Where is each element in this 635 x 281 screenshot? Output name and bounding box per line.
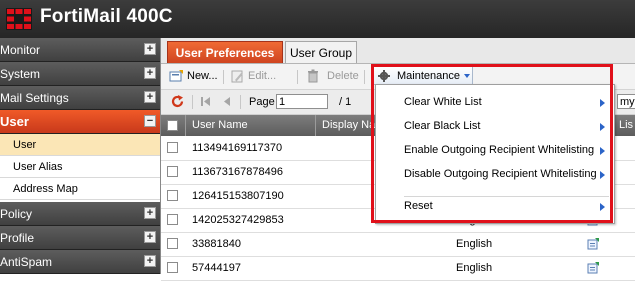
refresh-icon[interactable] <box>170 94 185 109</box>
menu-item-label: Disable Outgoing Recipient Whitelisting <box>404 168 597 180</box>
collapse-icon[interactable]: − <box>144 115 156 127</box>
user-name-cell: 33881840 <box>192 238 241 250</box>
sidebar-item-label: User <box>13 139 37 151</box>
page-label: Page <box>249 96 275 108</box>
submenu-arrow-icon <box>600 147 605 155</box>
page-count: / 1 <box>339 96 352 108</box>
toolbar-divider <box>223 70 224 84</box>
user-name-cell: 113494169117370 <box>192 142 283 154</box>
submenu-arrow-icon <box>600 203 605 211</box>
sidebar-section-profile[interactable]: Profile + <box>0 226 160 250</box>
pager-divider <box>192 95 193 109</box>
user-name-cell: 57444197 <box>192 262 241 274</box>
submenu-arrow-icon <box>600 99 605 107</box>
user-name-cell: 126415153807190 <box>192 190 284 202</box>
menu-item-label: Enable Outgoing Recipient Whitelisting <box>404 144 595 156</box>
sidebar-item-user-alias[interactable]: User Alias <box>0 156 160 178</box>
select-all-checkbox[interactable] <box>167 120 178 131</box>
toolbar-divider <box>364 70 365 84</box>
user-name-cell: 113673167878496 <box>192 166 283 178</box>
sidebar-section-system[interactable]: System + <box>0 62 160 86</box>
sidebar-section-monitor[interactable]: Monitor + <box>0 38 160 62</box>
row-checkbox[interactable] <box>167 214 178 225</box>
sidebar-item-user[interactable]: User <box>0 134 160 156</box>
sidebar-section-label: User <box>0 114 29 129</box>
expand-icon[interactable]: + <box>144 255 156 267</box>
sidebar-section-label: Monitor <box>0 43 41 57</box>
submenu-arrow-icon <box>600 171 605 179</box>
submenu-arrow-icon <box>600 123 605 131</box>
search-input[interactable] <box>617 94 635 109</box>
tab-bar: User Preferences User Group <box>161 38 635 64</box>
new-button[interactable]: New... <box>187 70 218 82</box>
user-name-cell: 142025327429853 <box>192 214 284 226</box>
sidebar-section-label: Mail Settings <box>0 91 69 105</box>
expand-icon[interactable]: + <box>144 91 156 103</box>
row-checkbox[interactable] <box>167 238 178 249</box>
app-title: FortiMail 400C <box>40 6 173 27</box>
sidebar-section-policy[interactable]: Policy + <box>0 202 160 226</box>
row-checkbox[interactable] <box>167 190 178 201</box>
menu-item-disable-outgoing-whitelisting[interactable]: Disable Outgoing Recipient Whitelisting <box>376 163 614 187</box>
edit-icon[interactable] <box>231 70 244 83</box>
expand-icon[interactable]: + <box>144 207 156 219</box>
table-row[interactable]: 33881840 English <box>161 233 635 257</box>
column-header-user-name[interactable]: User Name <box>192 119 248 131</box>
menu-item-clear-black-list[interactable]: Clear Black List <box>376 115 614 139</box>
row-checkbox[interactable] <box>167 262 178 273</box>
first-page-icon[interactable] <box>201 97 211 106</box>
sidebar-section-antispam[interactable]: AntiSpam + <box>0 250 160 274</box>
maintenance-button[interactable]: Maintenance <box>372 66 473 85</box>
menu-item-reset[interactable]: Reset <box>376 195 614 219</box>
menu-item-label: Reset <box>404 200 433 212</box>
gear-icon <box>378 70 390 82</box>
menu-item-label: Clear Black List <box>404 120 481 132</box>
page-number-input[interactable] <box>276 94 328 109</box>
app-header: FortiMail 400C <box>0 0 635 39</box>
sidebar-section-mail-settings[interactable]: Mail Settings + <box>0 86 160 110</box>
trash-icon[interactable] <box>307 69 319 83</box>
row-checkbox[interactable] <box>167 166 178 177</box>
delete-button[interactable]: Delete <box>327 70 359 82</box>
toolbar-divider <box>297 70 298 84</box>
column-divider <box>185 115 186 136</box>
sidebar-section-label: AntiSpam <box>0 255 53 269</box>
chevron-down-icon <box>464 74 470 78</box>
column-divider <box>315 115 316 136</box>
sidebar-section-user[interactable]: User − <box>0 110 160 134</box>
maintenance-menu: Clear White List Clear Black List Enable… <box>375 84 615 224</box>
sidebar-section-label: Policy <box>0 207 33 221</box>
menu-item-enable-outgoing-whitelisting[interactable]: Enable Outgoing Recipient Whitelisting <box>376 139 614 163</box>
list-edit-icon[interactable] <box>587 238 599 250</box>
menu-item-label: Clear White List <box>404 96 482 108</box>
menu-item-clear-white-list[interactable]: Clear White List <box>376 91 614 115</box>
expand-icon[interactable]: + <box>144 43 156 55</box>
sidebar: Monitor + System + Mail Settings + User … <box>0 38 161 274</box>
fortinet-logo-icon <box>6 8 32 30</box>
language-cell: English <box>456 238 493 250</box>
sidebar-item-address-map[interactable]: Address Map <box>0 178 160 200</box>
maintenance-label: Maintenance <box>397 70 460 82</box>
pager-divider <box>240 95 241 109</box>
tab-user-preferences[interactable]: User Preferences <box>167 41 283 63</box>
language-cell: English <box>456 262 493 274</box>
column-header-display-name[interactable]: Display Na <box>322 119 375 131</box>
row-checkbox[interactable] <box>167 142 178 153</box>
sidebar-item-label: Address Map <box>13 183 78 195</box>
sidebar-section-label: Profile <box>0 231 35 245</box>
list-edit-icon[interactable] <box>587 262 599 274</box>
prev-page-icon[interactable] <box>223 97 230 106</box>
column-header-lists[interactable]: Lis <box>619 119 633 131</box>
expand-icon[interactable]: + <box>144 231 156 243</box>
sidebar-item-label: User Alias <box>13 161 63 173</box>
expand-icon[interactable]: + <box>144 67 156 79</box>
new-icon[interactable] <box>169 70 183 83</box>
sidebar-section-label: System <box>0 67 41 81</box>
table-row[interactable]: 57444197 English <box>161 257 635 281</box>
edit-button[interactable]: Edit... <box>248 70 276 82</box>
tab-user-group[interactable]: User Group <box>285 41 357 63</box>
